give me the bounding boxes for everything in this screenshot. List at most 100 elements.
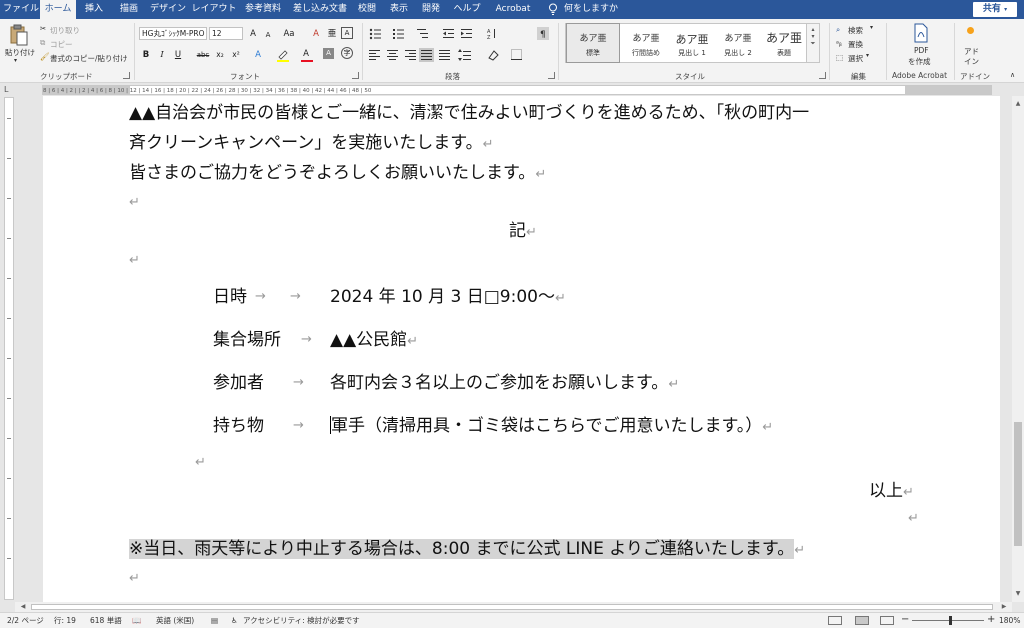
horizontal-ruler[interactable]: 8 | 6 | 4 | 2 | | 2 | 4 | 6 | 8 | 10 | 1… [42, 85, 992, 95]
create-pdf-icon[interactable] [912, 23, 930, 43]
paragraph-launcher-icon[interactable] [548, 72, 555, 79]
vertical-scrollbar[interactable]: ▲ ▼ [1012, 96, 1024, 602]
tab-insert[interactable]: 挿入 [78, 0, 110, 19]
tab-selector-icon[interactable]: L [4, 85, 14, 95]
body-paragraph-line[interactable]: 皆さまのご協力をどうぞよろしくお願いいたします。↵ [129, 162, 546, 186]
horizontal-scrollbar[interactable]: ◀ ▶ [15, 602, 1012, 612]
empty-paragraph-mark[interactable]: ↵ [908, 508, 919, 530]
line-number[interactable]: 行: 19 [54, 613, 76, 628]
tab-home[interactable]: ホーム [40, 0, 76, 19]
word-count[interactable]: 618 単語 [90, 613, 122, 628]
highlighter-icon[interactable] [276, 50, 290, 62]
tab-design[interactable]: デザイン [148, 0, 188, 19]
item-value[interactable]: 2024 年 10 月 3 日□9:00～↵ [330, 286, 566, 310]
addins-button-line2[interactable]: イン [964, 56, 979, 67]
char-shading-button[interactable]: A [323, 48, 334, 59]
cut-button[interactable]: 切り取り [50, 25, 80, 36]
font-color-button[interactable]: A [299, 47, 313, 61]
italic-button[interactable]: I [155, 48, 169, 62]
note-paragraph[interactable]: ※当日、雨天等により中止する場合は、8:00 までに公式 LINE よりご連絡い… [129, 538, 805, 562]
accessibility-status[interactable]: アクセシビリティ: 検討が必要です [243, 613, 360, 628]
pdf-button-line2[interactable]: を作成 [908, 56, 931, 67]
tab-acrobat[interactable]: Acrobat [491, 0, 535, 19]
superscript-button[interactable]: x² [229, 48, 243, 62]
document-page[interactable]: ▲▲自治会が市民の皆様とご一緒に、清潔で住みよい町づくりを進めるため、「秋の町内… [43, 96, 1000, 602]
page-count[interactable]: 2/2 ページ [7, 613, 44, 628]
zoom-out-button[interactable]: − [901, 613, 909, 627]
tab-mailings[interactable]: 差し込み文書 [290, 0, 350, 19]
underline-button[interactable]: U [171, 48, 185, 62]
enclose-chars-button[interactable]: 字 [341, 47, 353, 59]
tab-file[interactable]: ファイル [2, 0, 40, 19]
char-border-button[interactable]: A [341, 27, 353, 39]
macro-icon[interactable]: ▤ [211, 613, 218, 628]
item-label[interactable]: 日時 [213, 286, 247, 308]
style-no-spacing[interactable]: あア亜 行間詰め [620, 24, 672, 62]
empty-paragraph-mark[interactable]: ↵ [195, 452, 206, 474]
print-layout-view-button[interactable] [855, 616, 869, 625]
empty-paragraph-mark[interactable]: ↵ [129, 250, 140, 272]
share-button[interactable]: 共有 ▾ [973, 2, 1017, 17]
proofing-icon[interactable]: 📖 [132, 613, 141, 628]
zoom-slider-thumb[interactable] [949, 616, 952, 625]
phonetic-guide-button[interactable]: 亜 [325, 27, 339, 41]
styles-launcher-icon[interactable] [819, 72, 826, 79]
pdf-button-line1[interactable]: PDF [914, 46, 929, 55]
ijou-text[interactable]: 以上↵ [869, 480, 914, 504]
scroll-down-icon[interactable]: ▼ [1012, 588, 1024, 600]
text-effects-button[interactable]: A [251, 48, 265, 62]
clear-format-button[interactable]: A [309, 27, 323, 41]
body-paragraph-line[interactable]: 斉クリーンキャンペーン」を実施いたします。↵ [129, 132, 494, 156]
paste-chevron-icon[interactable]: ▾ [14, 57, 17, 64]
strikethrough-button[interactable]: abc [194, 48, 212, 62]
tab-help[interactable]: ヘルプ [448, 0, 486, 19]
horizontal-scroll-thumb[interactable] [31, 604, 993, 610]
item-label[interactable]: 参加者 [213, 372, 264, 394]
zoom-slider-track[interactable] [912, 620, 984, 621]
language-status[interactable]: 英語 (米国) [156, 613, 194, 628]
item-label[interactable]: 持ち物 [213, 415, 264, 437]
select-button[interactable]: 選択 [848, 53, 863, 64]
addins-icon[interactable] [967, 27, 974, 34]
font-name-combo[interactable]: HG丸ｺﾞｼｯｸM-PRO [139, 27, 207, 40]
item-label[interactable]: 集合場所 [213, 329, 281, 351]
item-value[interactable]: 軍手（清掃用具・ゴミ袋はこちらでご用意いたします。）↵ [330, 415, 773, 439]
vertical-scroll-thumb[interactable] [1014, 422, 1022, 546]
find-button[interactable]: 検索 [848, 25, 863, 36]
format-painter-button[interactable]: 書式のコピー/貼り付け [50, 53, 128, 64]
ki-heading[interactable]: 記↵ [509, 220, 537, 244]
item-value[interactable]: 各町内会３名以上のご参加をお願いします。↵ [330, 372, 679, 396]
zoom-in-button[interactable]: + [987, 613, 995, 627]
tab-references[interactable]: 参考資料 [240, 0, 286, 19]
style-title[interactable]: あア亜 表題 [758, 24, 810, 62]
collapse-ribbon-icon[interactable]: ∧ [1010, 71, 1015, 79]
body-paragraph-line[interactable]: ▲▲自治会が市民の皆様とご一緒に、清潔で住みよい町づくりを進めるため、「秋の町内… [129, 102, 809, 124]
web-layout-view-button[interactable] [880, 616, 894, 625]
tab-view[interactable]: 表示 [385, 0, 413, 19]
tab-layout[interactable]: レイアウト [191, 0, 237, 19]
style-heading-2[interactable]: あア亜 見出し 2 [712, 24, 764, 62]
styles-more-button[interactable]: ▴ ▾ ⏷ [806, 23, 820, 63]
style-heading-1[interactable]: あア亜 見出し 1 [666, 24, 718, 62]
empty-paragraph-mark[interactable]: ↵ [129, 192, 140, 214]
tab-draw[interactable]: 描画 [112, 0, 146, 19]
paste-button[interactable]: 貼り付け [5, 47, 35, 58]
tab-developer[interactable]: 開発 [417, 0, 445, 19]
item-value[interactable]: ▲▲公民館↵ [330, 329, 418, 353]
font-size-combo[interactable]: 12 [209, 27, 243, 40]
grow-font-button[interactable]: A [246, 27, 260, 41]
focus-mode-button[interactable] [828, 616, 842, 625]
empty-paragraph-mark[interactable]: ↵ [129, 568, 140, 590]
shrink-font-button[interactable]: A [261, 28, 275, 42]
style-normal[interactable]: あア亜 標準 [566, 23, 620, 63]
font-launcher-icon[interactable] [352, 72, 359, 79]
zoom-level[interactable]: 180% [999, 613, 1020, 628]
copy-button[interactable]: コピー [50, 39, 73, 50]
scroll-up-icon[interactable]: ▲ [1012, 98, 1024, 110]
subscript-button[interactable]: x₂ [213, 48, 227, 62]
clipboard-launcher-icon[interactable] [123, 72, 130, 79]
bold-button[interactable]: B [139, 48, 153, 62]
replace-button[interactable]: 置換 [848, 39, 863, 50]
paste-icon[interactable] [9, 24, 29, 46]
tell-me-search[interactable]: 何をしますか [564, 0, 624, 19]
